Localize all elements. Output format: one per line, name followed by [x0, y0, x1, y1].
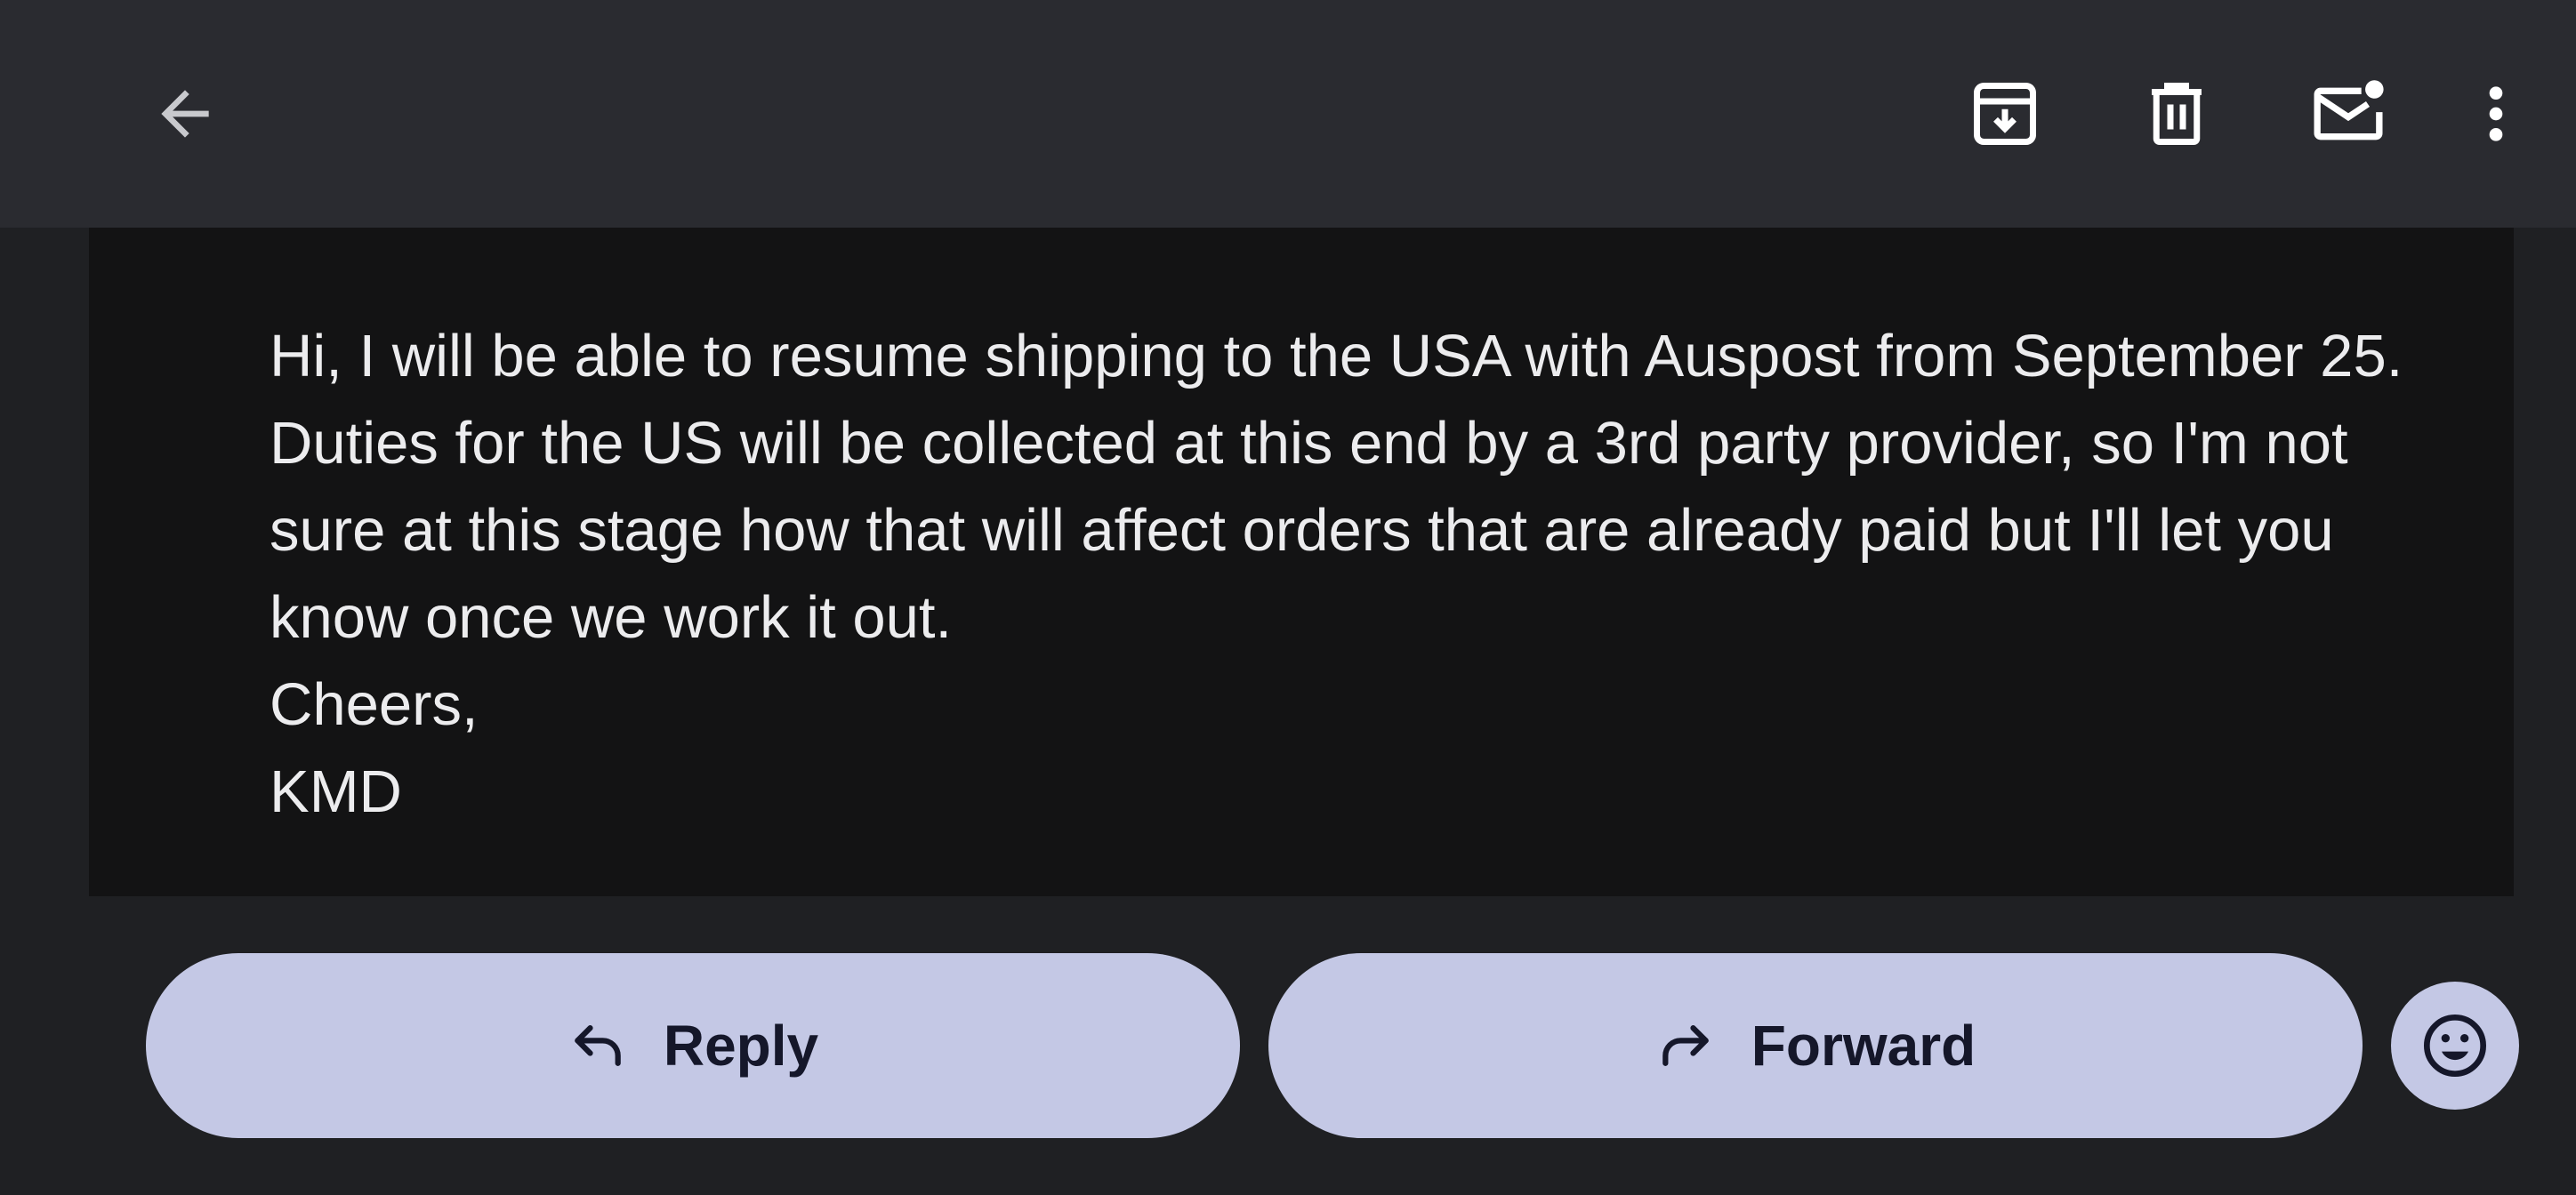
message-paragraph: Hi, I will be able to resume shipping to… [270, 323, 2403, 651]
archive-button[interactable] [1952, 60, 2058, 167]
emoji-reaction-button[interactable] [2391, 982, 2519, 1110]
emoji-icon [2424, 1015, 2486, 1077]
forward-label: Forward [1751, 1014, 1976, 1078]
back-button[interactable] [132, 60, 238, 167]
more-vert-icon [2489, 86, 2503, 141]
top-app-bar [0, 0, 2576, 228]
message-body: Hi, I will be able to resume shipping to… [270, 313, 2422, 836]
delete-button[interactable] [2123, 60, 2230, 167]
more-options-button[interactable] [2443, 60, 2549, 167]
message-signature: KMD [270, 758, 402, 825]
arrow-left-icon [161, 90, 209, 138]
trash-icon [2152, 83, 2202, 145]
email-view: g ( ) Hi, I will be able to resume shipp… [0, 0, 2576, 1195]
message-signoff: Cheers, [270, 671, 479, 738]
forward-icon [1662, 1025, 1709, 1066]
archive-icon [1974, 83, 2036, 145]
mail-unread-icon [2314, 80, 2384, 140]
reply-button[interactable]: Reply [146, 953, 1240, 1138]
forward-button[interactable]: Forward [1268, 953, 2363, 1138]
mark-unread-button[interactable] [2295, 60, 2402, 167]
reply-label: Reply [663, 1014, 819, 1078]
reply-icon [575, 1025, 621, 1066]
